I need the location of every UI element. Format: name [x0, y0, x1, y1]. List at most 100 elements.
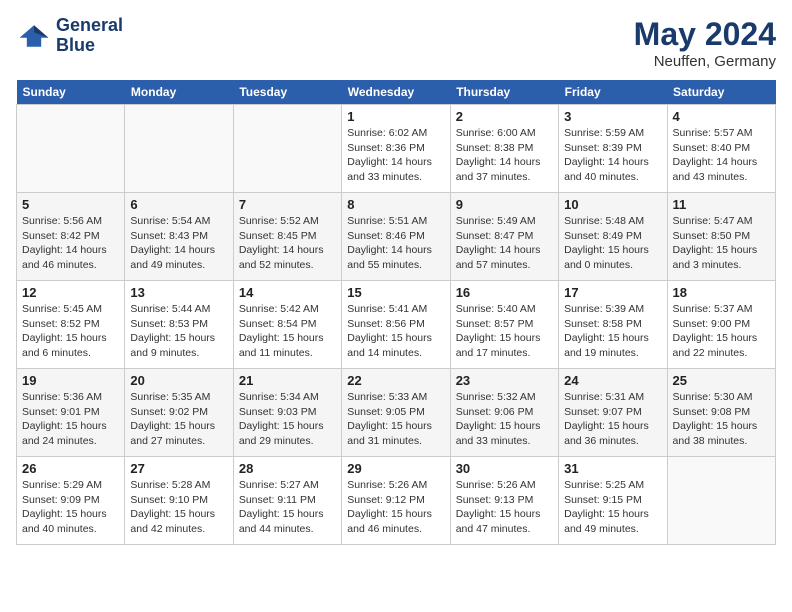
cell-info: Sunrise: 5:26 AMSunset: 9:13 PMDaylight:…	[456, 478, 553, 537]
day-number: 9	[456, 197, 553, 212]
month-title: May 2024	[634, 16, 776, 53]
cell-info: Sunrise: 5:51 AMSunset: 8:46 PMDaylight:…	[347, 214, 444, 273]
calendar-cell	[233, 105, 341, 193]
day-number: 27	[130, 461, 227, 476]
day-number: 20	[130, 373, 227, 388]
cell-info: Sunrise: 5:45 AMSunset: 8:52 PMDaylight:…	[22, 302, 119, 361]
day-number: 2	[456, 109, 553, 124]
calendar-cell: 30 Sunrise: 5:26 AMSunset: 9:13 PMDayligh…	[450, 457, 558, 545]
calendar-cell: 23 Sunrise: 5:32 AMSunset: 9:06 PMDayligh…	[450, 369, 558, 457]
calendar-cell: 9Sunrise: 5:49 AMSunset: 8:47 PMDaylight…	[450, 193, 558, 281]
cell-info: Sunrise: 5:31 AMSunset: 9:07 PMDaylight:…	[564, 390, 661, 449]
logo-text: General Blue	[56, 16, 123, 56]
calendar-cell: 6 Sunrise: 5:54 AMSunset: 8:43 PMDaylight…	[125, 193, 233, 281]
weekday-header-wednesday: Wednesday	[342, 80, 450, 105]
day-number: 7	[239, 197, 336, 212]
title-block: May 2024 Neuffen, Germany	[634, 16, 776, 70]
day-number: 31	[564, 461, 661, 476]
calendar-cell: 25Sunrise: 5:30 AMSunset: 9:08 PMDayligh…	[667, 369, 775, 457]
calendar-cell: 8 Sunrise: 5:51 AMSunset: 8:46 PMDaylight…	[342, 193, 450, 281]
cell-info: Sunrise: 5:34 AMSunset: 9:03 PMDaylight:…	[239, 390, 336, 449]
day-number: 26	[22, 461, 119, 476]
cell-info: Sunrise: 5:41 AMSunset: 8:56 PMDaylight:…	[347, 302, 444, 361]
calendar-cell: 22 Sunrise: 5:33 AMSunset: 9:05 PMDayligh…	[342, 369, 450, 457]
day-number: 16	[456, 285, 553, 300]
day-number: 11	[673, 197, 770, 212]
day-number: 29	[347, 461, 444, 476]
calendar-cell: 18 Sunrise: 5:37 AMSunset: 9:00 PMDayligh…	[667, 281, 775, 369]
week-row-5: 26 Sunrise: 5:29 AMSunset: 9:09 PMDayligh…	[17, 457, 776, 545]
weekday-header-row: SundayMondayTuesdayWednesdayThursdayFrid…	[17, 80, 776, 105]
day-number: 30	[456, 461, 553, 476]
day-number: 8	[347, 197, 444, 212]
day-number: 5	[22, 197, 119, 212]
logo: General Blue	[16, 16, 123, 56]
cell-info: Sunrise: 5:44 AMSunset: 8:53 PMDaylight:…	[130, 302, 227, 361]
calendar-cell: 10Sunrise: 5:48 AMSunset: 8:49 PMDayligh…	[559, 193, 667, 281]
calendar-table: SundayMondayTuesdayWednesdayThursdayFrid…	[16, 80, 776, 545]
cell-info: Sunrise: 5:25 AMSunset: 9:15 PMDaylight:…	[564, 478, 661, 537]
cell-info: Sunrise: 5:40 AMSunset: 8:57 PMDaylight:…	[456, 302, 553, 361]
calendar-cell: 26 Sunrise: 5:29 AMSunset: 9:09 PMDayligh…	[17, 457, 125, 545]
calendar-cell: 11 Sunrise: 5:47 AMSunset: 8:50 PMDayligh…	[667, 193, 775, 281]
week-row-1: 1Sunrise: 6:02 AMSunset: 8:36 PMDaylight…	[17, 105, 776, 193]
calendar-cell: 21 Sunrise: 5:34 AMSunset: 9:03 PMDayligh…	[233, 369, 341, 457]
day-number: 13	[130, 285, 227, 300]
calendar-cell: 31 Sunrise: 5:25 AMSunset: 9:15 PMDayligh…	[559, 457, 667, 545]
cell-info: Sunrise: 5:52 AMSunset: 8:45 PMDaylight:…	[239, 214, 336, 273]
cell-info: Sunrise: 5:39 AMSunset: 8:58 PMDaylight:…	[564, 302, 661, 361]
calendar-cell: 27 Sunrise: 5:28 AMSunset: 9:10 PMDayligh…	[125, 457, 233, 545]
cell-info: Sunrise: 5:28 AMSunset: 9:10 PMDaylight:…	[130, 478, 227, 537]
calendar-cell: 19 Sunrise: 5:36 AMSunset: 9:01 PMDayligh…	[17, 369, 125, 457]
cell-info: Sunrise: 5:42 AMSunset: 8:54 PMDaylight:…	[239, 302, 336, 361]
weekday-header-saturday: Saturday	[667, 80, 775, 105]
day-number: 23	[456, 373, 553, 388]
day-number: 18	[673, 285, 770, 300]
day-number: 12	[22, 285, 119, 300]
calendar-cell: 1Sunrise: 6:02 AMSunset: 8:36 PMDaylight…	[342, 105, 450, 193]
day-number: 22	[347, 373, 444, 388]
day-number: 17	[564, 285, 661, 300]
cell-info: Sunrise: 5:54 AMSunset: 8:43 PMDaylight:…	[130, 214, 227, 273]
calendar-cell: 4Sunrise: 5:57 AMSunset: 8:40 PMDaylight…	[667, 105, 775, 193]
cell-info: Sunrise: 5:37 AMSunset: 9:00 PMDaylight:…	[673, 302, 770, 361]
location: Neuffen, Germany	[634, 53, 776, 70]
calendar-cell	[667, 457, 775, 545]
weekday-header-friday: Friday	[559, 80, 667, 105]
calendar-cell: 2 Sunrise: 6:00 AMSunset: 8:38 PMDaylight…	[450, 105, 558, 193]
calendar-cell	[17, 105, 125, 193]
cell-info: Sunrise: 6:00 AMSunset: 8:38 PMDaylight:…	[456, 126, 553, 185]
calendar-cell	[125, 105, 233, 193]
calendar-cell: 12 Sunrise: 5:45 AMSunset: 8:52 PMDayligh…	[17, 281, 125, 369]
cell-info: Sunrise: 5:35 AMSunset: 9:02 PMDaylight:…	[130, 390, 227, 449]
day-number: 21	[239, 373, 336, 388]
cell-info: Sunrise: 5:47 AMSunset: 8:50 PMDaylight:…	[673, 214, 770, 273]
cell-info: Sunrise: 5:56 AMSunset: 8:42 PMDaylight:…	[22, 214, 119, 273]
cell-info: Sunrise: 5:36 AMSunset: 9:01 PMDaylight:…	[22, 390, 119, 449]
calendar-cell: 16 Sunrise: 5:40 AMSunset: 8:57 PMDayligh…	[450, 281, 558, 369]
calendar-cell: 7 Sunrise: 5:52 AMSunset: 8:45 PMDaylight…	[233, 193, 341, 281]
cell-info: Sunrise: 5:59 AMSunset: 8:39 PMDaylight:…	[564, 126, 661, 185]
day-number: 6	[130, 197, 227, 212]
day-number: 15	[347, 285, 444, 300]
cell-info: Sunrise: 5:26 AMSunset: 9:12 PMDaylight:…	[347, 478, 444, 537]
day-number: 28	[239, 461, 336, 476]
calendar-cell: 17 Sunrise: 5:39 AMSunset: 8:58 PMDayligh…	[559, 281, 667, 369]
calendar-cell: 13 Sunrise: 5:44 AMSunset: 8:53 PMDayligh…	[125, 281, 233, 369]
day-number: 24	[564, 373, 661, 388]
day-number: 4	[673, 109, 770, 124]
calendar-cell: 24 Sunrise: 5:31 AMSunset: 9:07 PMDayligh…	[559, 369, 667, 457]
cell-info: Sunrise: 5:48 AMSunset: 8:49 PMDaylight:…	[564, 214, 661, 273]
weekday-header-tuesday: Tuesday	[233, 80, 341, 105]
calendar-cell: 14 Sunrise: 5:42 AMSunset: 8:54 PMDayligh…	[233, 281, 341, 369]
weekday-header-monday: Monday	[125, 80, 233, 105]
calendar-cell: 29 Sunrise: 5:26 AMSunset: 9:12 PMDayligh…	[342, 457, 450, 545]
day-number: 19	[22, 373, 119, 388]
day-number: 14	[239, 285, 336, 300]
calendar-cell: 15 Sunrise: 5:41 AMSunset: 8:56 PMDayligh…	[342, 281, 450, 369]
cell-info: Sunrise: 6:02 AMSunset: 8:36 PMDaylight:…	[347, 126, 444, 185]
cell-info: Sunrise: 5:29 AMSunset: 9:09 PMDaylight:…	[22, 478, 119, 537]
cell-info: Sunrise: 5:33 AMSunset: 9:05 PMDaylight:…	[347, 390, 444, 449]
cell-info: Sunrise: 5:32 AMSunset: 9:06 PMDaylight:…	[456, 390, 553, 449]
week-row-2: 5 Sunrise: 5:56 AMSunset: 8:42 PMDaylight…	[17, 193, 776, 281]
